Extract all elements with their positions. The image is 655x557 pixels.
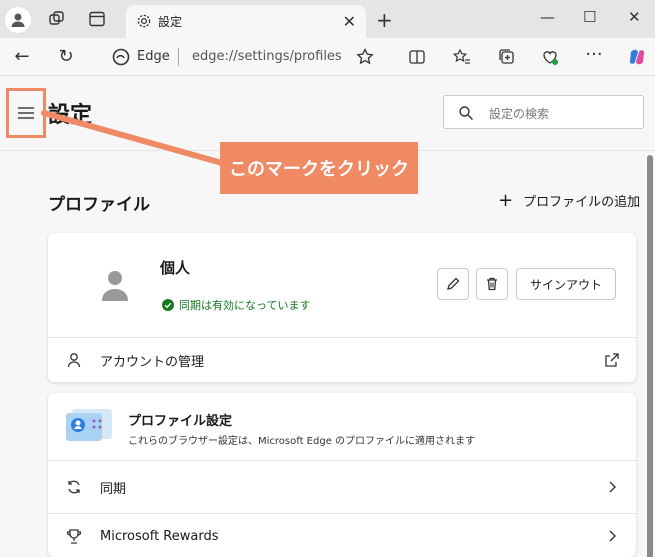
account-icon [67,353,81,368]
page-title: 設定 [48,103,93,128]
manage-account-row[interactable]: アカウントの管理 [48,338,636,382]
sync-row[interactable]: 同期 [48,465,636,509]
browser-essentials-icon[interactable] [540,47,560,67]
sync-status-text: 同期は有効になっています [179,299,311,312]
tab-actions-icon[interactable] [88,10,106,28]
more-options-icon[interactable]: ··· [584,45,604,65]
rewards-label: Microsoft Rewards [100,528,219,544]
back-icon[interactable]: ← [12,47,32,67]
edge-label: Edge [137,49,170,64]
profile-settings-title: プロファイル設定 [128,414,233,429]
close-tab-icon[interactable]: ✕ [343,12,356,31]
manage-account-label: アカウントの管理 [100,354,205,370]
search-icon [459,106,473,120]
pencil-icon [447,277,460,290]
favorite-star-icon[interactable] [355,47,375,67]
address-bar[interactable]: edge://settings/profiles [192,49,342,64]
edit-profile-button[interactable] [437,268,469,300]
address-toolbar: ← ↻ Edge edge://settings/profiles ··· [0,38,655,76]
delete-profile-button[interactable] [476,268,508,300]
chevron-right-icon [609,481,616,493]
trophy-icon [66,529,82,544]
url-separator [178,48,179,66]
search-placeholder: 設定の検索 [489,107,550,121]
rewards-row[interactable]: Microsoft Rewards [48,514,636,557]
card-divider [48,460,636,461]
callout-annotation: このマークをクリック [220,142,418,194]
refresh-icon[interactable]: ↻ [56,47,76,67]
section-title: プロファイル [48,195,150,215]
profile-avatar [102,271,128,301]
chevron-right-icon [609,530,616,542]
edge-logo-icon [112,48,130,66]
minimize-icon[interactable]: — [540,8,555,26]
tab-title: 設定 [158,15,183,29]
gear-icon [137,14,151,28]
collections-icon[interactable] [497,47,517,67]
profile-settings-card: プロファイル設定 これらのブラウザー設定は、Microsoft Edge のプロ… [48,393,636,557]
person-icon [11,13,25,27]
trash-icon [487,277,497,291]
signout-button[interactable]: サインアウト [516,268,616,300]
close-window-icon[interactable]: ✕ [628,8,641,26]
menu-button[interactable] [6,88,46,138]
settings-search-input[interactable]: 設定の検索 [443,95,644,129]
sync-label: 同期 [100,481,127,497]
scrollbar[interactable] [647,155,653,557]
tab-settings[interactable]: 設定 ✕ [126,5,366,38]
favorites-icon[interactable] [452,47,472,67]
profile-settings-description: これらのブラウザー設定は、Microsoft Edge のプロファイルに適用され… [128,436,476,447]
add-profile-label: プロファイルの追加 [523,195,641,210]
plus-icon: + [498,190,514,211]
external-link-icon [605,353,619,367]
split-screen-icon[interactable] [407,47,427,67]
profile-name: 個人 [160,259,191,277]
sync-status: 同期は有効になっています [162,297,310,313]
title-bar: 設定 ✕ + — ☐ ✕ [0,0,655,38]
settings-header: 設定 設定の検索 [0,77,655,151]
settings-content: 設定 設定の検索 プロファイル + プロファイルの追加 個人 同期は有効になって… [0,77,655,557]
profile-settings-illustration [66,409,112,441]
profile-card: 個人 同期は有効になっています サインアウト アカウントの管理 [48,233,636,382]
new-tab-icon[interactable]: + [376,8,393,32]
sync-icon [68,480,80,494]
check-circle-icon [162,299,174,311]
workspaces-icon[interactable] [48,10,66,28]
hamburger-icon [18,107,34,119]
copilot-icon[interactable] [627,47,647,67]
add-profile-button[interactable]: + プロファイルの追加 [498,190,640,211]
maximize-icon[interactable]: ☐ [583,8,596,26]
profile-avatar-button[interactable] [5,7,31,33]
